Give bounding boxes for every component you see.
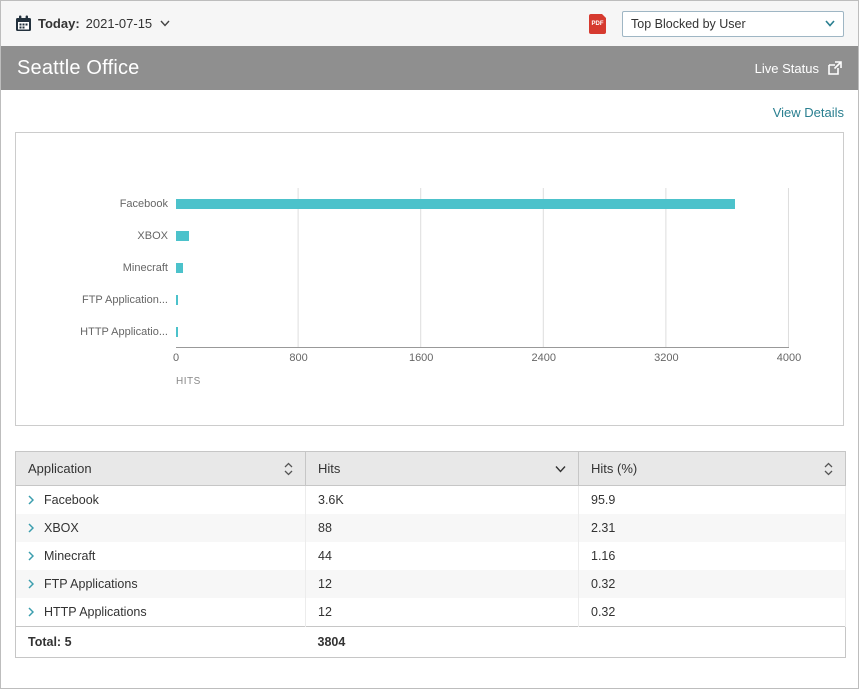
toolbar-right: PDF Top Blocked by User bbox=[589, 11, 844, 37]
pdf-export-label: PDF bbox=[592, 21, 604, 27]
sort-both-icon bbox=[824, 462, 833, 476]
chevron-down-icon bbox=[160, 20, 170, 27]
chart-category-label-http-applicatio: HTTP Applicatio... bbox=[28, 316, 176, 348]
cell-hits: 12 bbox=[306, 570, 579, 598]
application-name: HTTP Applications bbox=[44, 605, 147, 619]
page-header: Seattle Office Live Status bbox=[1, 46, 858, 90]
chart-row-facebook bbox=[176, 188, 789, 220]
cell-hits-pct: 2.31 bbox=[579, 514, 846, 542]
x-tick-1600: 1600 bbox=[409, 352, 433, 364]
expand-chevron-icon[interactable] bbox=[28, 579, 34, 589]
table-body: Facebook 3.6K95.9 XBOX 882.31 Minecraft 441.1… bbox=[16, 486, 846, 627]
chart-category-label-facebook: Facebook bbox=[28, 188, 176, 220]
calendar-icon bbox=[15, 15, 32, 32]
table-row-facebook[interactable]: Facebook 3.6K95.9 bbox=[16, 486, 846, 515]
table-header: Application Hits Hits (%) bbox=[16, 452, 846, 486]
cell-hits-pct: 0.32 bbox=[579, 598, 846, 627]
chart-row-minecraft bbox=[176, 252, 789, 284]
column-header-label: Hits (%) bbox=[591, 461, 637, 476]
chart-x-axis-label: HITS bbox=[176, 376, 789, 387]
application-name: Facebook bbox=[44, 493, 99, 507]
chevron-down-icon bbox=[825, 20, 835, 27]
cell-application: XBOX bbox=[16, 514, 306, 542]
table-footer: Total: 5 3804 bbox=[16, 627, 846, 658]
column-header-hits[interactable]: Hits (%) bbox=[579, 452, 846, 486]
chart-panel: FacebookXBOXMinecraftFTP Application...H… bbox=[15, 132, 844, 426]
content-area: View Details FacebookXBOXMinecraftFTP Ap… bbox=[1, 90, 858, 658]
sort-both-icon bbox=[284, 462, 293, 476]
chart-plot-wrap: 08001600240032004000 HITS bbox=[176, 188, 789, 387]
column-header-hits[interactable]: Hits bbox=[306, 452, 579, 486]
chart-x-axis: 08001600240032004000 bbox=[176, 352, 789, 368]
table-row-ftp-applications[interactable]: FTP Applications 120.32 bbox=[16, 570, 846, 598]
date-picker-value: 2021-07-15 bbox=[86, 16, 153, 31]
cell-hits: 44 bbox=[306, 542, 579, 570]
column-header-label: Hits bbox=[318, 461, 340, 476]
applications-table: Application Hits Hits (%) Facebook 3.6K95.9… bbox=[15, 451, 846, 658]
bar-http-applicatio[interactable] bbox=[176, 327, 178, 337]
table-row-http-applications[interactable]: HTTP Applications 120.32 bbox=[16, 598, 846, 627]
chart-category-label-ftp-application: FTP Application... bbox=[28, 284, 176, 316]
x-tick-800: 800 bbox=[289, 352, 307, 364]
chart-category-labels: FacebookXBOXMinecraftFTP Application...H… bbox=[28, 188, 176, 387]
table-footer-row: Total: 5 3804 bbox=[16, 627, 846, 658]
column-header-label: Application bbox=[28, 461, 92, 476]
cell-hits-pct: 95.9 bbox=[579, 486, 846, 515]
page-title: Seattle Office bbox=[17, 57, 140, 80]
view-details-link[interactable]: View Details bbox=[773, 105, 844, 120]
application-name: Minecraft bbox=[44, 549, 95, 563]
chart-row-ftp-application bbox=[176, 284, 789, 316]
expand-chevron-icon[interactable] bbox=[28, 495, 34, 505]
chart-category-label-minecraft: Minecraft bbox=[28, 252, 176, 284]
live-status-label: Live Status bbox=[755, 61, 819, 76]
table-header-row: Application Hits Hits (%) bbox=[16, 452, 846, 486]
report-type-select[interactable]: Top Blocked by User bbox=[622, 11, 844, 37]
live-status-link[interactable]: Live Status bbox=[755, 61, 842, 76]
column-header-application[interactable]: Application bbox=[16, 452, 306, 486]
table-row-xbox[interactable]: XBOX 882.31 bbox=[16, 514, 846, 542]
chart-row-http-applicatio bbox=[176, 316, 789, 348]
application-name: XBOX bbox=[44, 521, 79, 535]
x-tick-3200: 3200 bbox=[654, 352, 678, 364]
table-footer-empty bbox=[579, 627, 846, 658]
cell-application: Minecraft bbox=[16, 542, 306, 570]
bar-xbox[interactable] bbox=[176, 231, 189, 241]
cell-application: Facebook bbox=[16, 486, 306, 515]
expand-chevron-icon[interactable] bbox=[28, 607, 34, 617]
cell-hits: 12 bbox=[306, 598, 579, 627]
top-toolbar: Today: 2021-07-15 PDF Top Blocked by Use… bbox=[1, 1, 858, 46]
date-picker-label: Today: bbox=[38, 16, 80, 31]
application-name: FTP Applications bbox=[44, 577, 138, 591]
cell-hits-pct: 1.16 bbox=[579, 542, 846, 570]
chart-category-label-xbox: XBOX bbox=[28, 220, 176, 252]
report-type-value: Top Blocked by User bbox=[631, 17, 746, 31]
pdf-export-button[interactable]: PDF bbox=[589, 14, 606, 34]
table-row-minecraft[interactable]: Minecraft 441.16 bbox=[16, 542, 846, 570]
expand-chevron-icon[interactable] bbox=[28, 551, 34, 561]
cell-hits: 88 bbox=[306, 514, 579, 542]
external-link-icon bbox=[827, 61, 842, 76]
cell-application: FTP Applications bbox=[16, 570, 306, 598]
bar-ftp-application[interactable] bbox=[176, 295, 178, 305]
bar-chart: FacebookXBOXMinecraftFTP Application...H… bbox=[28, 188, 789, 387]
cell-hits: 3.6K bbox=[306, 486, 579, 515]
chart-plot bbox=[176, 188, 789, 348]
x-tick-0: 0 bbox=[173, 352, 179, 364]
cell-application: HTTP Applications bbox=[16, 598, 306, 627]
bar-minecraft[interactable] bbox=[176, 263, 183, 273]
bar-facebook[interactable] bbox=[176, 199, 735, 209]
table-total-hits: 3804 bbox=[306, 627, 579, 658]
chart-row-xbox bbox=[176, 220, 789, 252]
expand-chevron-icon[interactable] bbox=[28, 523, 34, 533]
view-details-row: View Details bbox=[15, 90, 844, 132]
x-tick-4000: 4000 bbox=[777, 352, 801, 364]
x-tick-2400: 2400 bbox=[532, 352, 556, 364]
date-picker[interactable]: Today: 2021-07-15 bbox=[15, 15, 170, 32]
dashboard-page: Today: 2021-07-15 PDF Top Blocked by Use… bbox=[0, 0, 859, 689]
cell-hits-pct: 0.32 bbox=[579, 570, 846, 598]
sort-desc-icon bbox=[555, 465, 566, 473]
table-total-label: Total: 5 bbox=[16, 627, 306, 658]
